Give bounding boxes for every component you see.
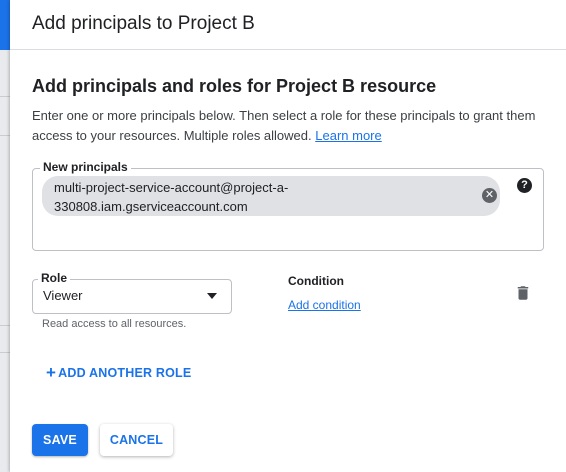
dialog-header: Add principals to Project B <box>10 0 566 50</box>
background-divider <box>0 352 10 353</box>
background-divider <box>0 96 10 97</box>
add-another-role-button[interactable]: + ADD ANOTHER ROLE <box>46 362 191 382</box>
background-divider <box>0 135 10 136</box>
add-principals-panel: Add principals to Project B Add principa… <box>10 0 566 472</box>
condition-label: Condition <box>288 274 344 288</box>
save-button[interactable]: SAVE <box>32 424 88 456</box>
dialog-title: Add principals to Project B <box>32 13 255 34</box>
principal-chip-line1: multi-project-service-account@project-a- <box>54 180 289 195</box>
add-another-role-label: ADD ANOTHER ROLE <box>58 366 192 380</box>
section-description: Enter one or more principals below. Then… <box>32 106 552 146</box>
role-hint: Read access to all resources. <box>42 318 187 330</box>
section-heading: Add principals and roles for Project B r… <box>32 76 437 96</box>
close-circle-icon[interactable]: ✕ <box>482 188 497 203</box>
principal-chip-line2: 330808.iam.gserviceaccount.com <box>54 199 248 214</box>
plus-icon: + <box>46 363 57 382</box>
background-page <box>0 0 10 472</box>
cancel-button[interactable]: CANCEL <box>100 424 173 456</box>
role-label: Role <box>38 271 71 285</box>
trash-icon[interactable] <box>514 284 532 302</box>
help-icon[interactable]: ? <box>517 178 532 193</box>
new-principals-label: New principals <box>40 160 131 174</box>
caret-down-icon <box>207 293 217 299</box>
principal-chip[interactable]: multi-project-service-account@project-a-… <box>42 176 500 216</box>
learn-more-link[interactable]: Learn more <box>315 128 381 143</box>
role-selected-value: Viewer <box>43 288 83 303</box>
background-header-strip <box>0 0 10 50</box>
background-divider <box>0 325 10 326</box>
description-text: Enter one or more principals below. Then… <box>32 108 536 143</box>
add-condition-link[interactable]: Add condition <box>288 298 361 312</box>
